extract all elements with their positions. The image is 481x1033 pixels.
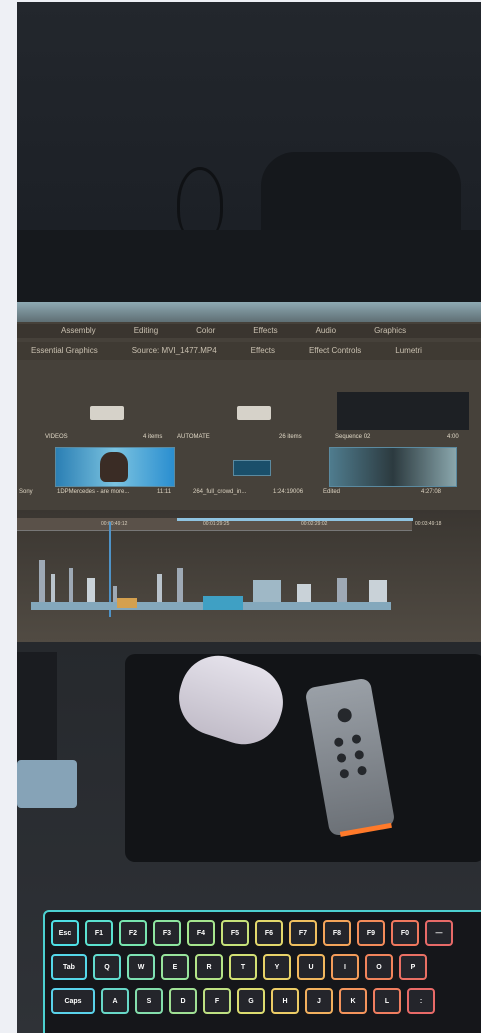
menu-item: Graphics [374, 326, 407, 335]
folder-icon [237, 406, 271, 420]
key: F6 [255, 920, 283, 946]
key: F3 [153, 920, 181, 946]
key: F1 [85, 920, 113, 946]
key: P [399, 954, 427, 980]
key: Caps [51, 988, 95, 1014]
shelf [17, 230, 481, 302]
timecode: 00:02:29:02 [301, 521, 328, 527]
clip-name: 264_full_crowd_in... [193, 489, 247, 495]
key: U [297, 954, 325, 980]
key: S [135, 988, 163, 1014]
clip-duration: 1:24:19006 [273, 489, 304, 495]
audio-waveforms [31, 560, 391, 610]
bin-label: Sequence 02 [335, 434, 371, 440]
key: K [339, 988, 367, 1014]
panel-tab: Source: MVI_1477.MP4 [131, 346, 217, 355]
sequence-preview [337, 392, 469, 430]
key: — [425, 920, 453, 946]
key: G [237, 988, 265, 1014]
key: J [305, 988, 333, 1014]
key: Y [263, 954, 291, 980]
folder-icon [90, 406, 124, 420]
key: Tab [51, 954, 87, 980]
key: F4 [187, 920, 215, 946]
dark-device [17, 652, 57, 762]
monitor-bezel [17, 302, 481, 322]
work-area-bar [177, 518, 413, 521]
key: F [203, 988, 231, 1014]
key: F9 [357, 920, 385, 946]
clip-thumbnail [329, 447, 457, 487]
key: Q [93, 954, 121, 980]
key: Esc [51, 920, 79, 946]
menu-item: Audio [315, 326, 337, 335]
bin-label: VIDEOS [45, 434, 68, 440]
desk-mat [125, 654, 481, 862]
clip-name: Sony [19, 489, 33, 495]
menu-item: Color [196, 326, 216, 335]
bin-count: 4 items [143, 434, 163, 440]
desk-surface: Esc F1 F2 F3 F4 F5 F6 F7 F8 F9 F0 — Tab … [17, 642, 481, 1033]
desk-photo: Assembly Editing Color Effects Audio Gra… [17, 2, 481, 1033]
clip-duration: 11:11 [157, 489, 172, 495]
bin-label: AUTOMATE [177, 434, 210, 440]
clip-name: 1DPMercedes - are more... [57, 489, 130, 495]
panel-tab: Effects [250, 346, 275, 355]
menu-item: Editing [133, 326, 159, 335]
key: I [331, 954, 359, 980]
panel-tab: Essential Graphics [31, 346, 98, 355]
rgb-keyboard: Esc F1 F2 F3 F4 F5 F6 F7 F8 F9 F0 — Tab … [43, 910, 481, 1033]
key: R [195, 954, 223, 980]
menu-item: Effects [253, 326, 278, 335]
key: D [169, 988, 197, 1014]
clip-thumbnail [55, 447, 175, 487]
clip-name: Edited [323, 489, 341, 495]
monitor: Assembly Editing Color Effects Audio Gra… [17, 302, 481, 642]
timecode: 00:03:49:18 [415, 521, 442, 527]
key: F8 [323, 920, 351, 946]
clip-duration: 4:27:08 [421, 489, 442, 495]
key: W [127, 954, 155, 980]
panel-tabs: Essential Graphics Source: MVI_1477.MP4 … [17, 342, 481, 360]
nested-sequence-icon [233, 460, 271, 476]
key: F0 [391, 920, 419, 946]
panel-tab: Lumetri [395, 346, 422, 355]
bin-count: 26 items [279, 434, 302, 440]
key: O [365, 954, 393, 980]
small-device [17, 760, 77, 808]
key: E [161, 954, 189, 980]
key: L [373, 988, 401, 1014]
key: F2 [119, 920, 147, 946]
workspace-menu: Assembly Editing Color Effects Audio Gra… [17, 324, 481, 338]
key: F7 [289, 920, 317, 946]
key: : [407, 988, 435, 1014]
bin-count: 4:00 [447, 434, 459, 440]
key: F5 [221, 920, 249, 946]
key: T [229, 954, 257, 980]
panel-tab: Effect Controls [308, 346, 362, 355]
timecode: 00:00:49:12 [101, 521, 128, 527]
key: H [271, 988, 299, 1014]
menu-item: Assembly [61, 326, 96, 335]
key: A [101, 988, 129, 1014]
timeline-panel: 00:00:49:12 00:01:29:25 00:02:29:02 00:0… [17, 510, 481, 642]
timecode: 00:01:29:25 [203, 521, 230, 527]
